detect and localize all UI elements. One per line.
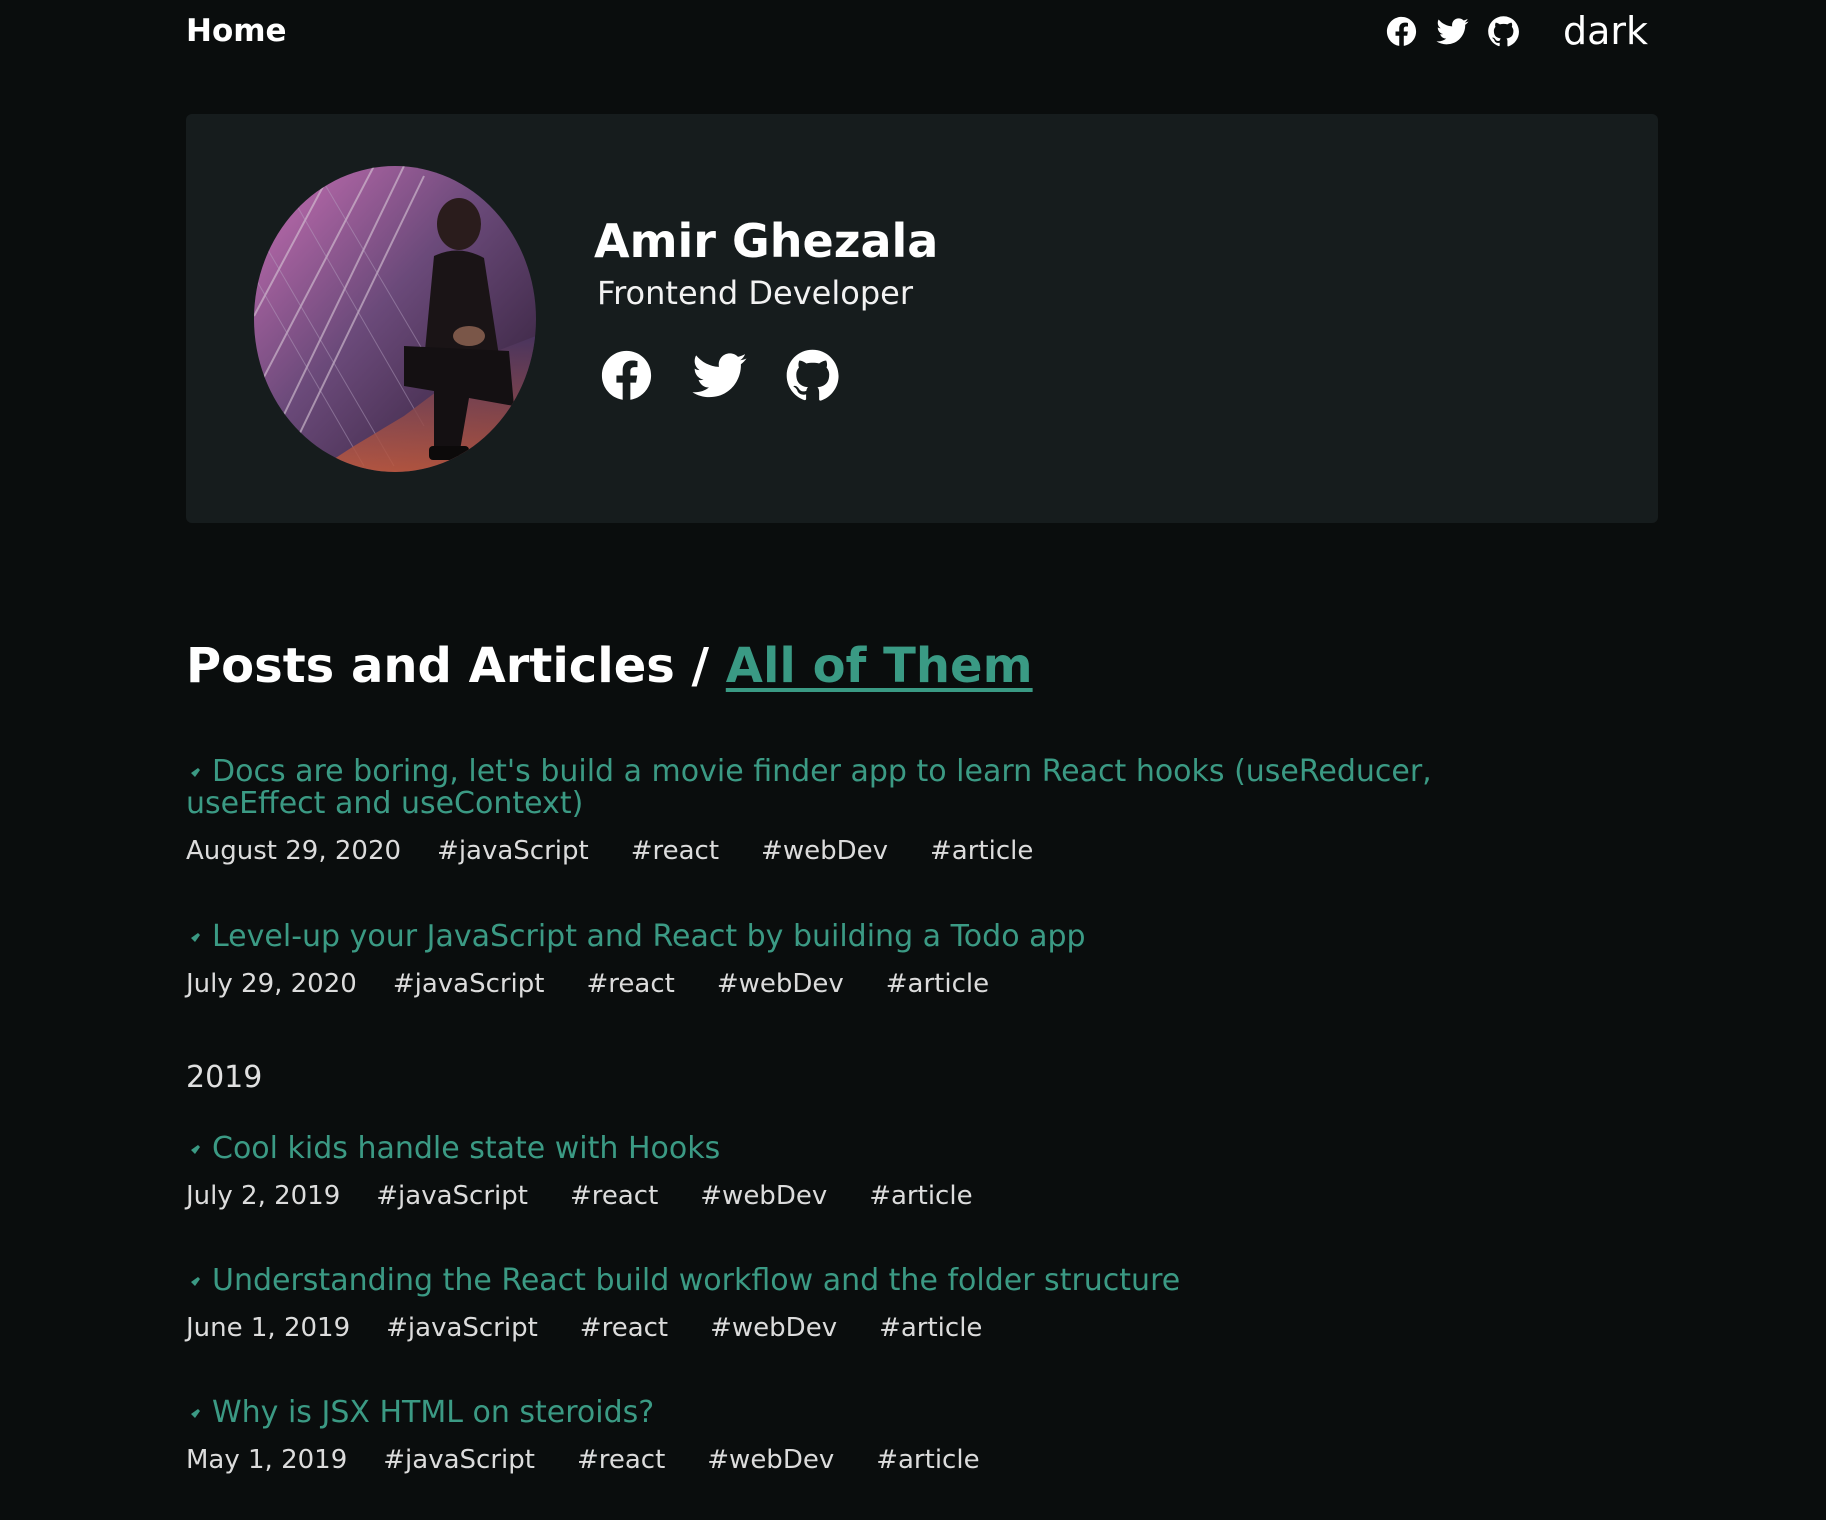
post-item: Cool kids handle state with Hooks July 2…	[186, 1133, 1566, 1212]
page: Home dark Amir Ghezala Frontend Develope…	[0, 0, 1826, 1520]
tag-link[interactable]: #javaScript	[376, 1181, 528, 1211]
post-item: Understanding the React build workflow a…	[186, 1265, 1566, 1344]
home-link[interactable]: Home	[186, 13, 287, 49]
pin-icon	[186, 1407, 202, 1423]
tag-link[interactable]: #react	[570, 1181, 658, 1211]
post-date: July 29, 2020	[186, 969, 357, 999]
post-title-link[interactable]: Understanding the React build workflow a…	[186, 1265, 1566, 1297]
post-title-link[interactable]: Level-up your JavaScript and React by bu…	[186, 921, 1566, 953]
post-title: Cool kids handle state with Hooks	[212, 1131, 721, 1166]
tag-link[interactable]: #article	[879, 1313, 982, 1343]
post-date: June 1, 2019	[186, 1313, 351, 1343]
tag-link[interactable]: #article	[886, 969, 989, 999]
profile-name: Amir Ghezala	[594, 214, 939, 268]
post-item: Docs are boring, let's build a movie fin…	[186, 756, 1566, 867]
post-meta: August 29, 2020 #javaScript #react #webD…	[186, 836, 1566, 866]
tag-link[interactable]: #webDev	[710, 1313, 837, 1343]
twitter-icon[interactable]	[690, 346, 749, 405]
top-nav: Home dark	[186, 0, 1648, 62]
tag-link[interactable]: #react	[586, 969, 674, 999]
pin-icon	[186, 766, 202, 782]
post-title-link[interactable]: Why is JSX HTML on steroids?	[186, 1397, 1566, 1429]
post-title: Understanding the React build workflow a…	[212, 1263, 1181, 1298]
tag-link[interactable]: #webDev	[717, 969, 844, 999]
tag-link[interactable]: #javaScript	[437, 836, 589, 866]
post-date: August 29, 2020	[186, 836, 402, 866]
tag-link[interactable]: #javaScript	[393, 969, 545, 999]
post-meta: June 1, 2019 #javaScript #react #webDev …	[186, 1313, 1566, 1343]
post-item: Level-up your JavaScript and React by bu…	[186, 921, 1566, 1000]
facebook-icon[interactable]	[597, 346, 656, 405]
post-date: May 1, 2019	[186, 1445, 348, 1475]
tag-link[interactable]: #article	[930, 836, 1033, 866]
theme-toggle[interactable]: dark	[1563, 9, 1648, 53]
pin-icon	[186, 1275, 202, 1291]
tag-link[interactable]: #article	[869, 1181, 972, 1211]
filter-all-link[interactable]: All of Them	[726, 638, 1033, 694]
post-title-link[interactable]: Cool kids handle state with Hooks	[186, 1133, 1566, 1165]
pin-icon	[186, 1143, 202, 1159]
post-date: July 2, 2019	[186, 1181, 341, 1211]
profile-role: Frontend Developer	[597, 274, 913, 312]
tag-link[interactable]: #webDev	[761, 836, 888, 866]
tag-link[interactable]: #webDev	[707, 1445, 834, 1475]
facebook-icon[interactable]	[1384, 14, 1419, 49]
posts-heading-text: Posts and Articles /	[186, 638, 710, 694]
post-title: Level-up your JavaScript and React by bu…	[212, 919, 1086, 954]
twitter-icon[interactable]	[1435, 14, 1470, 49]
post-item: Why is JSX HTML on steroids? May 1, 2019…	[186, 1397, 1566, 1476]
github-icon[interactable]	[1486, 14, 1521, 49]
avatar	[254, 166, 536, 472]
tag-link[interactable]: #article	[876, 1445, 979, 1475]
post-meta: July 2, 2019 #javaScript #react #webDev …	[186, 1181, 1566, 1211]
tag-link[interactable]: #react	[631, 836, 719, 866]
tag-link[interactable]: #react	[577, 1445, 665, 1475]
post-meta: May 1, 2019 #javaScript #react #webDev #…	[186, 1445, 1566, 1475]
post-title: Why is JSX HTML on steroids?	[212, 1395, 655, 1430]
tag-link[interactable]: #webDev	[700, 1181, 827, 1211]
profile-card: Amir Ghezala Frontend Developer	[186, 114, 1658, 523]
post-title-link[interactable]: Docs are boring, let's build a movie fin…	[186, 756, 1566, 820]
tag-link[interactable]: #react	[580, 1313, 668, 1343]
post-title: Docs are boring, let's build a movie fin…	[186, 754, 1432, 821]
post-meta: July 29, 2020 #javaScript #react #webDev…	[186, 969, 1566, 999]
github-icon[interactable]	[783, 346, 842, 405]
tag-link[interactable]: #javaScript	[386, 1313, 538, 1343]
pin-icon	[186, 931, 202, 947]
tag-link[interactable]: #javaScript	[383, 1445, 535, 1475]
posts-heading: Posts and Articles / All of Them	[186, 638, 1033, 694]
top-right-group: dark	[1384, 9, 1648, 53]
top-social-icons	[1384, 14, 1521, 49]
year-heading: 2019	[186, 1060, 263, 1095]
profile-social-icons	[597, 346, 842, 405]
